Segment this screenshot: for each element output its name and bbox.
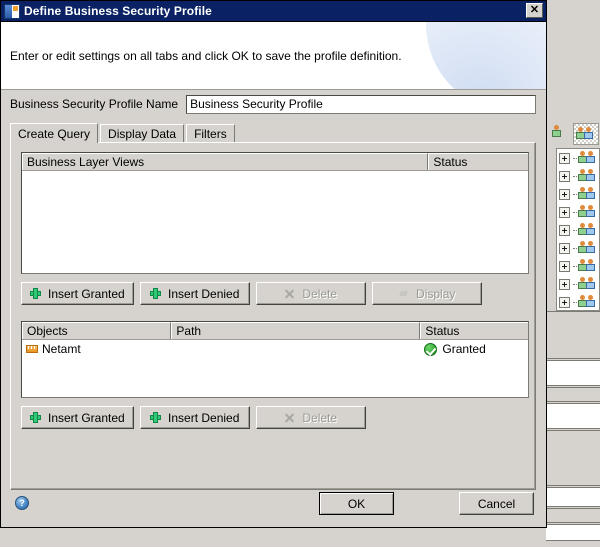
tree-item[interactable] [557,185,599,203]
plus-icon [150,288,162,299]
table-row[interactable]: Netamt Granted [22,340,528,358]
plus-icon [150,412,162,423]
column-header-status[interactable]: Status [420,322,528,339]
button-label: Insert Granted [48,286,125,301]
close-icon[interactable]: ✕ [526,3,543,18]
user-group-icon [578,187,598,201]
banner-decoration [426,22,546,89]
expand-icon[interactable] [559,170,570,182]
dialog-footer: ? OK Cancel [1,481,546,527]
measure-icon [26,345,38,353]
button-label: Delete [302,410,338,425]
expand-icon[interactable] [559,224,570,236]
display-button-views[interactable]: Display [371,282,482,305]
background-tree-view[interactable] [556,148,600,311]
expand-icon[interactable] [559,152,570,164]
ok-button[interactable]: OK [319,492,394,515]
profile-name-input[interactable] [186,94,536,114]
user-group-icon [578,259,598,273]
button-label: Insert Granted [48,410,125,425]
tab-create-query[interactable]: Create Query [10,123,99,143]
user-group-icon [578,277,598,291]
user-group-icon [578,205,598,219]
tree-item[interactable] [557,167,599,185]
views-button-row: Insert Granted Insert Denied Delete Disp… [21,282,482,305]
user-group-icon [578,241,598,255]
user-group-icon [578,295,598,309]
objects-button-row: Insert Granted Insert Denied Delete [21,406,366,429]
tab-display-data[interactable]: Display Data [100,124,185,142]
profile-name-label: Business Security Profile Name [10,97,179,111]
check-circle-icon [424,342,438,356]
cancel-button[interactable]: Cancel [459,492,534,515]
user-group-icon [578,151,598,165]
profile-name-row: Business Security Profile Name [1,90,546,118]
cell-object: Netamt [22,342,171,356]
display-icon [398,288,409,299]
button-label: Delete [302,286,338,301]
user-group-icon[interactable] [573,123,599,145]
tree-item[interactable] [557,149,599,167]
background-panel-band [546,508,600,523]
button-label: Insert Denied [168,410,240,425]
insert-granted-button-views[interactable]: Insert Granted [21,282,134,305]
background-panel-band [546,311,600,359]
column-header-status[interactable]: Status [428,153,528,170]
user-group-icon [578,223,598,237]
dialog-title: Define Business Security Profile [24,4,212,18]
objects-grid[interactable]: Objects Path Status Netamt Granted [21,321,529,398]
define-business-security-profile-dialog: Define Business Security Profile ✕ Enter… [0,0,547,528]
user-group-icon [578,169,598,183]
column-header-objects[interactable]: Objects [22,322,172,339]
expand-icon[interactable] [559,206,570,218]
close-x-icon [284,412,295,423]
grid-header-row: Objects Path Status [22,322,528,340]
tree-item[interactable] [557,257,599,275]
insert-denied-button-views[interactable]: Insert Denied [139,282,250,305]
background-toolbar [552,122,600,146]
dialog-banner: Enter or edit settings on all tabs and c… [1,22,546,90]
tree-item[interactable] [557,221,599,239]
background-panel-band [546,360,600,386]
expand-icon[interactable] [559,296,570,308]
background-panel-band [546,403,600,429]
user-icon[interactable] [552,125,570,141]
expand-icon[interactable] [559,260,570,272]
tab-panel-create-query: Business Layer Views Status Insert Grant… [10,142,536,490]
grid-body[interactable]: Netamt Granted [22,340,528,358]
delete-button-objects[interactable]: Delete [255,406,366,429]
object-name: Netamt [42,342,81,356]
status-text: Granted [442,342,486,356]
button-label: Display [416,286,456,301]
plus-icon [30,412,41,423]
button-label: Insert Denied [168,286,240,301]
column-header-path[interactable]: Path [171,322,421,339]
background-panel-band [546,430,600,486]
tree-item[interactable] [557,275,599,293]
tree-item[interactable] [557,293,599,310]
insert-denied-button-objects[interactable]: Insert Denied [139,406,250,429]
banner-instruction-text: Enter or edit settings on all tabs and c… [10,49,402,63]
expand-icon[interactable] [559,278,570,290]
close-x-icon [284,288,295,299]
cell-status: Granted [420,342,528,356]
delete-button-views[interactable]: Delete [255,282,366,305]
expand-icon[interactable] [559,242,570,254]
column-header-business-layer-views[interactable]: Business Layer Views [22,153,429,170]
expand-icon[interactable] [559,188,570,200]
background-panel-band [546,387,600,402]
dialog-titlebar[interactable]: Define Business Security Profile ✕ [1,1,546,22]
tree-item[interactable] [557,203,599,221]
plus-icon [30,288,41,299]
tab-bar: Create Query Display Data Filters [10,122,536,143]
background-panel-band [546,524,600,541]
business-layer-views-grid[interactable]: Business Layer Views Status [21,152,529,274]
background-panel-band [546,487,600,507]
application-icon [4,3,20,19]
tab-filters[interactable]: Filters [186,124,235,142]
insert-granted-button-objects[interactable]: Insert Granted [21,406,134,429]
help-icon[interactable]: ? [15,496,29,510]
tree-item[interactable] [557,239,599,257]
grid-header-row: Business Layer Views Status [22,153,528,171]
